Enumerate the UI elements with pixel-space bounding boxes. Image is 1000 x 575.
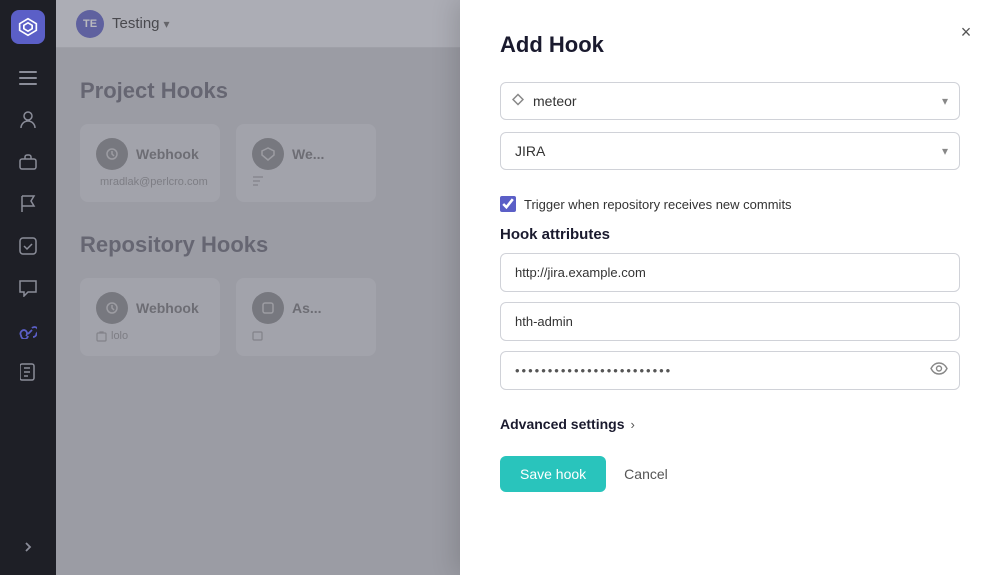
type-select-wrapper: JIRA Webhook Slack ▾	[500, 132, 960, 170]
chat-icon[interactable]	[10, 270, 46, 306]
username-input-wrapper	[500, 302, 960, 341]
trigger-checkbox[interactable]	[500, 196, 516, 212]
add-hook-modal: × Add Hook meteor github gitlab ▾ JIRA W…	[460, 0, 1000, 575]
modal-close-button[interactable]: ×	[952, 18, 980, 46]
advanced-settings-chevron-icon: ›	[630, 417, 634, 432]
modal-overlay: × Add Hook meteor github gitlab ▾ JIRA W…	[56, 0, 1000, 575]
advanced-settings-label: Advanced settings	[500, 416, 624, 432]
link-icon[interactable]	[10, 312, 46, 348]
modal-title: Add Hook	[500, 32, 960, 58]
password-input[interactable]	[500, 351, 960, 390]
trigger-checkbox-row: Trigger when repository receives new com…	[500, 196, 960, 212]
url-input[interactable]	[500, 253, 960, 292]
sidebar	[0, 0, 56, 575]
main-content: TE Testing ▾ Project Hooks Webhook mradl…	[56, 0, 1000, 575]
service-select[interactable]: meteor github gitlab	[500, 82, 960, 120]
username-input[interactable]	[500, 302, 960, 341]
service-select-wrapper: meteor github gitlab ▾	[500, 82, 960, 120]
briefcase-icon[interactable]	[10, 144, 46, 180]
action-row: Save hook Cancel	[500, 456, 960, 492]
save-hook-button[interactable]: Save hook	[500, 456, 606, 492]
check-icon[interactable]	[10, 228, 46, 264]
hook-attributes-label: Hook attributes	[500, 226, 960, 243]
type-select[interactable]: JIRA Webhook Slack	[500, 132, 960, 170]
advanced-settings-row[interactable]: Advanced settings ›	[500, 416, 960, 432]
password-input-wrapper	[500, 351, 960, 390]
show-password-icon[interactable]	[930, 362, 948, 380]
user-icon[interactable]	[10, 102, 46, 138]
menu-icon[interactable]	[10, 60, 46, 96]
trigger-label: Trigger when repository receives new com…	[524, 197, 792, 212]
flag-icon[interactable]	[10, 186, 46, 222]
expand-icon[interactable]	[10, 529, 46, 565]
modal-backdrop[interactable]	[56, 0, 460, 575]
url-input-wrapper	[500, 253, 960, 292]
book-icon[interactable]	[10, 354, 46, 390]
sidebar-logo[interactable]	[11, 10, 45, 44]
cancel-button[interactable]: Cancel	[618, 456, 674, 492]
